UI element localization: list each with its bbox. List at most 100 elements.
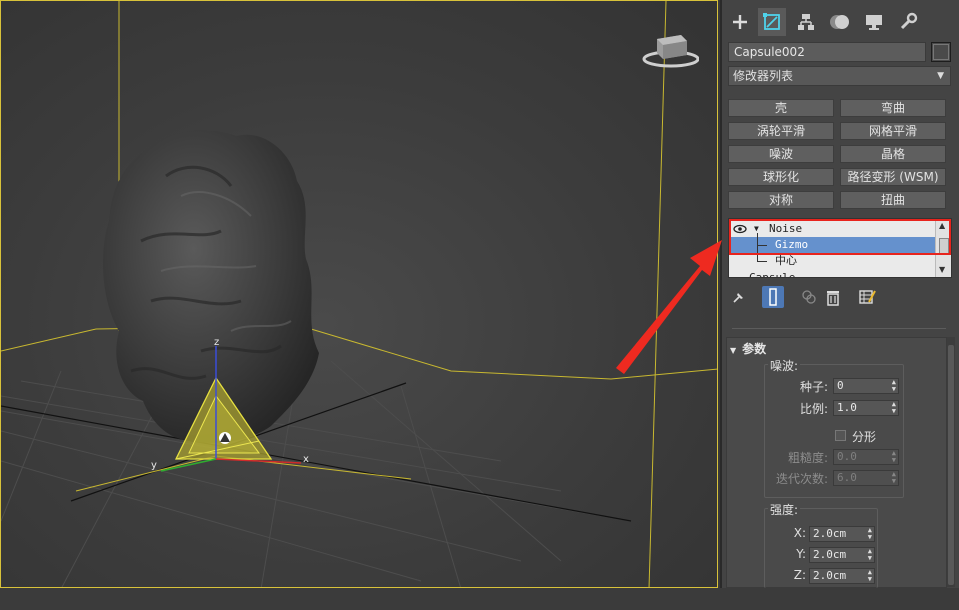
- iterations-value: 6.0: [837, 471, 857, 484]
- stack-item-center[interactable]: 中心: [729, 245, 936, 269]
- modifier-list-dropdown[interactable]: 修改器列表 ▼: [728, 66, 951, 86]
- strength-x-label: X:: [793, 526, 806, 540]
- modify-tab[interactable]: [758, 8, 786, 36]
- spinner-arrows-icon: ▲ ▼: [891, 449, 896, 464]
- modifier-button-shell[interactable]: 壳: [728, 99, 834, 117]
- stack-toolbar: [722, 284, 959, 310]
- modifier-stack[interactable]: ▼ Noise Gizmo 中心 Capsule ▲ ▼: [728, 218, 952, 278]
- collapse-triangle-icon: ▼: [730, 346, 737, 355]
- noise-group-label: 噪波:: [768, 357, 801, 374]
- panel-scroll-thumb[interactable]: [948, 345, 954, 585]
- stack-item-gizmo[interactable]: Gizmo: [729, 233, 936, 253]
- strength-z-value: 2.0cm: [813, 569, 847, 582]
- fractal-checkbox[interactable]: [835, 430, 846, 441]
- remove-modifier-button[interactable]: [822, 286, 844, 308]
- stack-item-capsule[interactable]: Capsule: [729, 270, 936, 278]
- modify-icon: [763, 13, 780, 30]
- motion-tab[interactable]: [826, 8, 854, 36]
- spinner-arrows-icon: ▲ ▼: [891, 470, 896, 485]
- stack-item-label: Capsule: [749, 271, 796, 278]
- make-unique-icon: [802, 290, 816, 304]
- roughness-label: 粗糙度:: [787, 451, 828, 465]
- pin-icon: [733, 293, 743, 303]
- object-name-field[interactable]: Capsule002: [728, 42, 926, 62]
- strength-z-label: Z:: [793, 568, 806, 582]
- scroll-down-icon[interactable]: ▼: [939, 265, 945, 274]
- command-panel: Capsule002 修改器列表 ▼ 壳 弯曲 涡轮平滑 网格平滑 噪波 晶格 …: [720, 0, 959, 588]
- spinner-arrows-icon[interactable]: ▲ ▼: [892, 401, 896, 415]
- modifier-button-pathdeform[interactable]: 路径变形 (WSM): [840, 168, 946, 186]
- stack-item-label: Noise: [769, 222, 803, 235]
- create-tab[interactable]: [726, 8, 754, 36]
- perspective-viewport[interactable]: z x y: [0, 0, 718, 588]
- scroll-up-icon[interactable]: ▲: [939, 221, 945, 230]
- iterations-label: 迭代次数:: [775, 472, 828, 486]
- spinner-arrows-icon[interactable]: ▲ ▼: [868, 569, 872, 583]
- panel-scrollbar[interactable]: [947, 337, 955, 587]
- make-unique-button[interactable]: [798, 286, 820, 308]
- hierarchy-tab[interactable]: [792, 8, 820, 36]
- iterations-spinner: 6.0 ▲ ▼: [833, 470, 899, 486]
- modifier-list-label: 修改器列表: [733, 69, 794, 83]
- trash-icon: [827, 291, 839, 306]
- roughness-value: 0.0: [837, 450, 857, 463]
- modifier-button-bend[interactable]: 弯曲: [840, 99, 946, 117]
- bottom-strip: [0, 588, 959, 610]
- pin-stack-button[interactable]: [728, 286, 750, 308]
- rollout-header[interactable]: ▼ 参数: [730, 340, 766, 357]
- scale-value: 1.0: [837, 401, 857, 414]
- configure-modifier-sets-button[interactable]: [856, 286, 878, 308]
- stack-scrollbar[interactable]: ▲ ▼: [935, 219, 951, 277]
- utilities-tab[interactable]: [894, 8, 922, 36]
- fractal-label: 分形: [852, 430, 877, 444]
- utilities-icon: [900, 12, 918, 30]
- eye-icon[interactable]: [733, 224, 747, 234]
- spinner-arrows-icon[interactable]: ▲ ▼: [868, 527, 872, 541]
- panel-separator: [732, 328, 946, 329]
- chevron-down-icon: ▼: [937, 71, 944, 81]
- end-result-icon: [769, 288, 777, 306]
- strength-z-spinner[interactable]: 2.0cm ▲ ▼: [809, 568, 875, 584]
- rollout-title: 参数: [742, 342, 767, 356]
- strength-x-value: 2.0cm: [813, 527, 847, 540]
- modifier-button-spherify[interactable]: 球形化: [728, 168, 834, 186]
- modifier-button-turbosmooth[interactable]: 涡轮平滑: [728, 122, 834, 140]
- stack-item-label: 中心: [775, 254, 797, 267]
- strength-y-value: 2.0cm: [813, 548, 847, 561]
- show-end-result-button[interactable]: [762, 286, 784, 308]
- seed-value: 0: [837, 379, 844, 392]
- home-grid: [1, 350, 632, 587]
- strength-y-spinner[interactable]: 2.0cm ▲ ▼: [809, 547, 875, 563]
- modifier-button-lattice[interactable]: 晶格: [840, 145, 946, 163]
- seed-spinner[interactable]: 0 ▲ ▼: [833, 378, 899, 394]
- motion-icon: [830, 15, 849, 29]
- strength-group-label: 强度:: [768, 501, 801, 518]
- create-icon: [733, 15, 747, 29]
- viewcube[interactable]: [641, 31, 699, 71]
- spinner-arrows-icon[interactable]: ▲ ▼: [892, 379, 896, 393]
- modifier-button-symmetry[interactable]: 对称: [728, 191, 834, 209]
- scale-spinner[interactable]: 1.0 ▲ ▼: [833, 400, 899, 416]
- stack-item-noise[interactable]: ▼ Noise: [729, 221, 936, 237]
- axis-label-z: z: [214, 337, 220, 348]
- seed-label: 种子:: [799, 380, 828, 394]
- strength-y-label: Y:: [796, 547, 806, 561]
- modifier-button-noise[interactable]: 噪波: [728, 145, 834, 163]
- axis-label-y: y: [151, 460, 157, 471]
- display-icon: [866, 15, 882, 30]
- modifier-button-meshsmooth[interactable]: 网格平滑: [840, 122, 946, 140]
- object-color-swatch[interactable]: [931, 42, 951, 62]
- roughness-spinner: 0.0 ▲ ▼: [833, 449, 899, 465]
- stack-scroll-thumb[interactable]: [939, 238, 949, 254]
- strength-x-spinner[interactable]: 2.0cm ▲ ▼: [809, 526, 875, 542]
- command-panel-tabs: [722, 0, 959, 38]
- modifier-button-twist[interactable]: 扭曲: [840, 191, 946, 209]
- stack-item-label: Gizmo: [775, 238, 809, 251]
- hierarchy-icon: [798, 14, 814, 30]
- viewport-scene: [1, 1, 717, 587]
- spinner-arrows-icon[interactable]: ▲ ▼: [868, 548, 872, 562]
- axis-label-x: x: [303, 454, 309, 465]
- scale-label: 比例:: [799, 402, 828, 416]
- display-tab[interactable]: [860, 8, 888, 36]
- configure-icon: [859, 290, 876, 304]
